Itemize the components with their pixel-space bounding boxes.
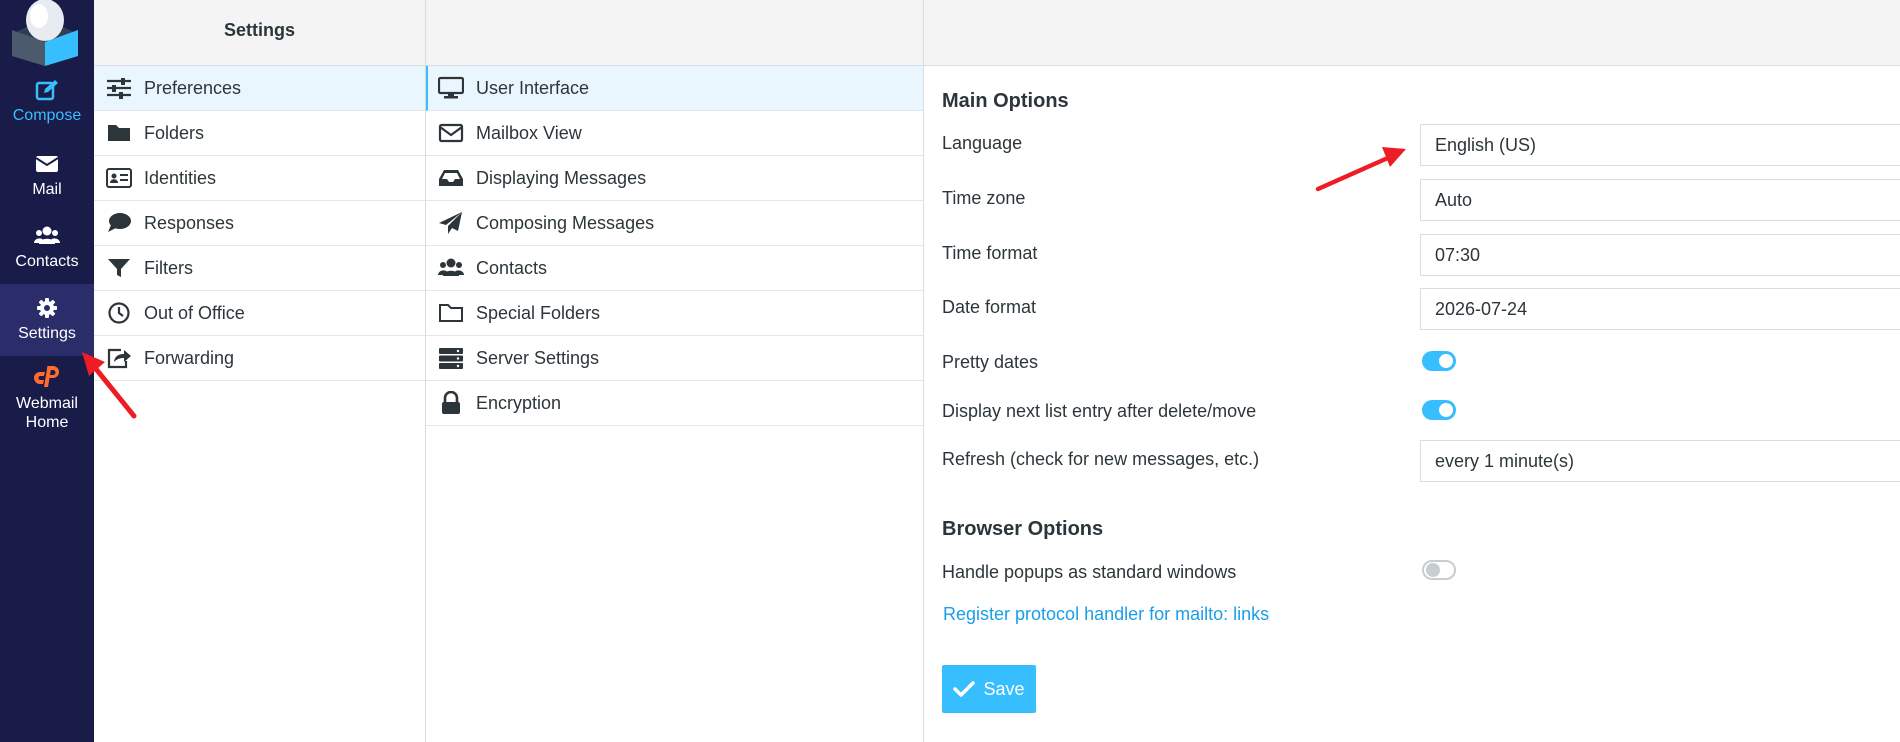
section-composing-messages[interactable]: Composing Messages: [426, 201, 923, 246]
comment-icon: [108, 213, 131, 232]
settings-item-label: Identities: [144, 167, 217, 188]
display-next-label: Display next list entry after delete/mov…: [942, 401, 1257, 421]
envelope-icon: [438, 123, 464, 143]
users-icon: [438, 258, 464, 276]
form-header: [924, 0, 1900, 66]
date-format-select[interactable]: 2026-07-24: [1420, 288, 1900, 330]
settings-panel: Settings Preferences Folders Identities …: [94, 0, 426, 742]
lock-icon: [442, 391, 460, 414]
section-label: User Interface: [476, 77, 590, 98]
nav-settings[interactable]: Settings: [0, 284, 94, 356]
nav-contacts[interactable]: Contacts: [0, 224, 94, 271]
compose-icon: [35, 80, 58, 101]
desktop-icon: [438, 76, 464, 99]
inbox-icon: [439, 170, 463, 186]
section-user-interface[interactable]: User Interface: [426, 66, 923, 111]
section-contacts[interactable]: Contacts: [426, 246, 923, 291]
section-label: Contacts: [476, 257, 548, 278]
popups-label: Handle popups as standard windows: [942, 562, 1237, 582]
section-displaying-messages[interactable]: Displaying Messages: [426, 156, 923, 201]
display-next-toggle[interactable]: [1422, 400, 1456, 420]
annotation-arrow-language: [1315, 147, 1406, 192]
section-label: Encryption: [476, 392, 562, 413]
check-icon: [953, 681, 976, 697]
language-select[interactable]: English (US): [1420, 124, 1900, 166]
toggle-knob: [1439, 354, 1453, 368]
settings-item-label: Out of Office: [144, 302, 245, 323]
settings-item-filters[interactable]: Filters: [94, 246, 425, 291]
settings-item-folders[interactable]: Folders: [94, 111, 425, 156]
preferences-sections-panel: User Interface Mailbox View Displaying M…: [426, 0, 924, 742]
nav-contacts-label: Contacts: [15, 253, 79, 270]
settings-title: Settings: [223, 20, 295, 40]
pretty-dates-toggle[interactable]: [1422, 351, 1456, 371]
section-mailbox-view[interactable]: Mailbox View: [426, 111, 923, 156]
nav-mail[interactable]: Mail: [0, 152, 94, 199]
popups-toggle[interactable]: [1422, 560, 1456, 580]
gear-icon: [37, 298, 57, 318]
refresh-label: Refresh (check for new messages, etc.): [942, 449, 1260, 469]
nav-compose[interactable]: Compose: [0, 78, 94, 125]
settings-item-label: Responses: [144, 212, 235, 233]
id-card-icon: [106, 168, 132, 188]
timezone-select[interactable]: Auto: [1420, 179, 1900, 221]
envelope-icon: [35, 156, 59, 172]
time-format-label: Time format: [942, 243, 1038, 263]
refresh-select[interactable]: every 1 minute(s): [1420, 440, 1900, 482]
settings-item-preferences[interactable]: Preferences: [94, 66, 425, 111]
section-server-settings[interactable]: Server Settings: [426, 336, 923, 381]
settings-header: Settings: [94, 0, 425, 66]
section-special-folders[interactable]: Special Folders: [426, 291, 923, 336]
time-format-select[interactable]: 07:30: [1420, 234, 1900, 276]
sliders-icon: [107, 78, 131, 99]
nav-webmail-home-label: Webmail Home: [16, 395, 78, 431]
save-button-label: Save: [983, 678, 1025, 699]
settings-item-label: Filters: [144, 257, 193, 278]
section-label: Server Settings: [476, 347, 600, 368]
preferences-header: [426, 0, 923, 66]
settings-item-responses[interactable]: Responses: [94, 201, 425, 246]
paper-plane-icon: [439, 212, 462, 234]
date-format-label: Date format: [942, 297, 1037, 317]
folder-open-icon: [439, 304, 463, 322]
timezone-label: Time zone: [942, 188, 1026, 208]
settings-item-identities[interactable]: Identities: [94, 156, 425, 201]
settings-item-label: Forwarding: [144, 347, 235, 368]
users-icon: [34, 226, 60, 244]
server-icon: [439, 348, 463, 369]
section-label: Mailbox View: [476, 122, 582, 143]
filter-icon: [108, 259, 130, 277]
language-label: Language: [942, 133, 1023, 153]
nav-settings-label: Settings: [18, 325, 76, 342]
roundcube-logo[interactable]: [10, 0, 80, 66]
settings-item-label: Folders: [144, 122, 205, 143]
pretty-dates-label: Pretty dates: [942, 352, 1039, 372]
folder-icon: [108, 125, 130, 141]
save-button[interactable]: Save: [942, 665, 1036, 713]
register-protocol-link[interactable]: Register protocol handler for mailto: li…: [943, 604, 1269, 625]
section-label: Composing Messages: [476, 212, 655, 233]
preferences-form-panel: [924, 0, 1900, 742]
cpanel-icon: [34, 366, 59, 387]
toggle-knob: [1426, 563, 1440, 577]
settings-item-forwarding[interactable]: Forwarding: [94, 336, 425, 381]
browser-options-title: Browser Options: [942, 518, 1104, 540]
section-label: Displaying Messages: [476, 167, 647, 188]
settings-item-label: Preferences: [144, 77, 242, 98]
nav-mail-label: Mail: [32, 181, 62, 198]
toggle-knob: [1439, 403, 1453, 417]
section-encryption[interactable]: Encryption: [426, 381, 923, 426]
annotation-arrow-settings: [82, 352, 137, 419]
settings-item-out-of-office[interactable]: Out of Office: [94, 291, 425, 336]
section-label: Special Folders: [476, 302, 601, 323]
nav-compose-label: Compose: [12, 107, 82, 124]
main-options-title: Main Options: [942, 90, 1069, 112]
clock-icon: [108, 302, 130, 324]
